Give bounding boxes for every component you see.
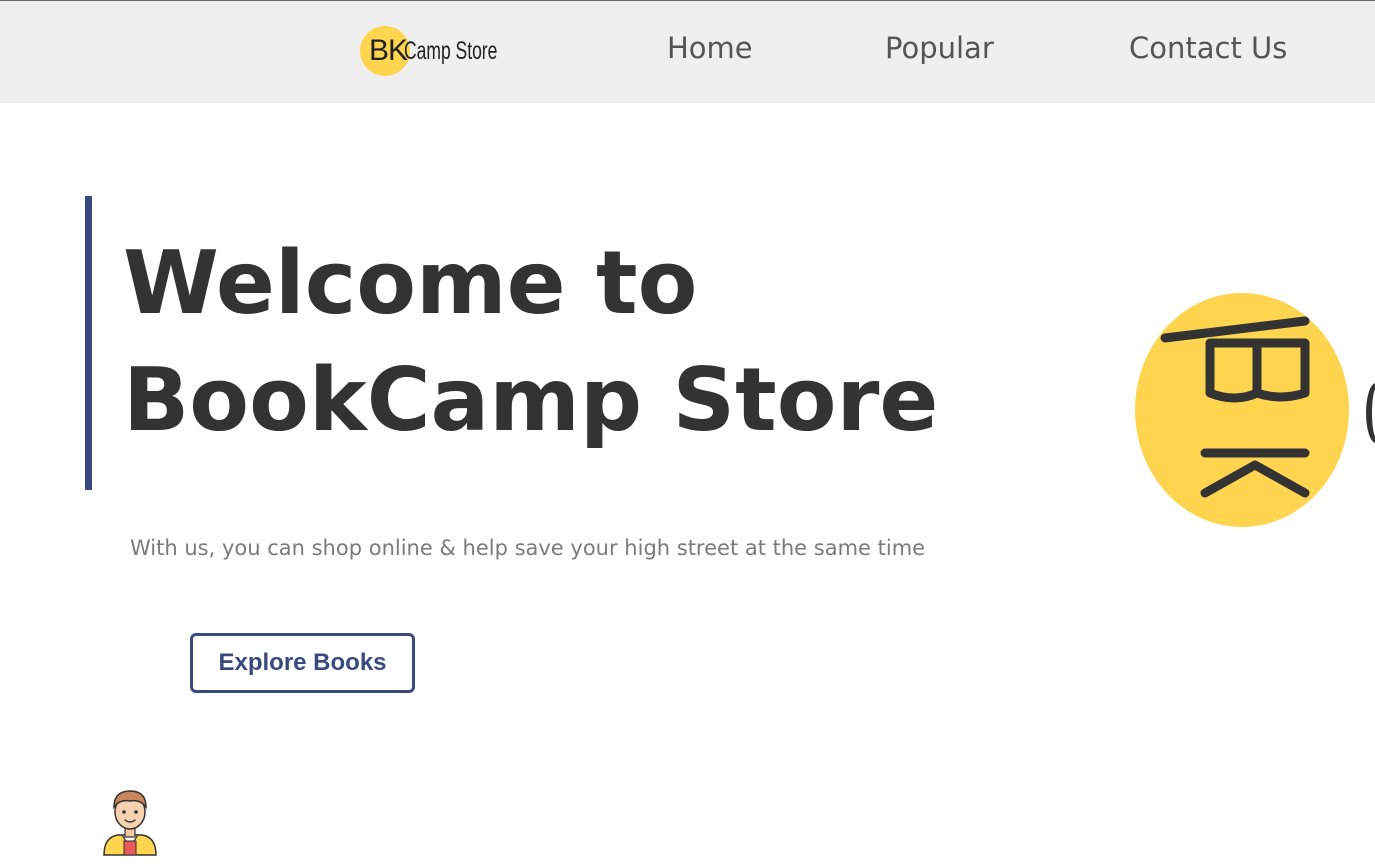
hero-title-line-2: BookCamp Store xyxy=(123,349,939,451)
navbar: BK Camp Store Home Popular Contact Us xyxy=(0,0,1375,103)
logo-text: Camp Store xyxy=(404,36,498,65)
hero-title-line-1: Welcome to xyxy=(123,232,698,334)
hero-subtitle: With us, you can shop online & help save… xyxy=(130,536,926,560)
logo-letters: BK xyxy=(369,34,408,67)
nav-contact-link[interactable]: Contact Us xyxy=(1129,31,1287,65)
logo-badge-icon: BK xyxy=(360,26,410,76)
logo-text-partial-icon xyxy=(1366,383,1375,443)
nav-popular-link[interactable]: Popular xyxy=(885,31,994,65)
brand-logo[interactable]: BK Camp Store xyxy=(360,25,537,77)
explore-books-button[interactable]: Explore Books xyxy=(190,633,415,693)
hero-accent-bar xyxy=(85,196,92,490)
hero-title: Welcome to BookCamp Store xyxy=(123,225,1063,459)
page: BK Camp Store Home Popular Contact Us We… xyxy=(0,0,1375,865)
user-avatar-icon xyxy=(103,790,157,856)
bk-logo-rotated-icon xyxy=(1135,293,1349,527)
nav-home-link[interactable]: Home xyxy=(667,31,753,65)
